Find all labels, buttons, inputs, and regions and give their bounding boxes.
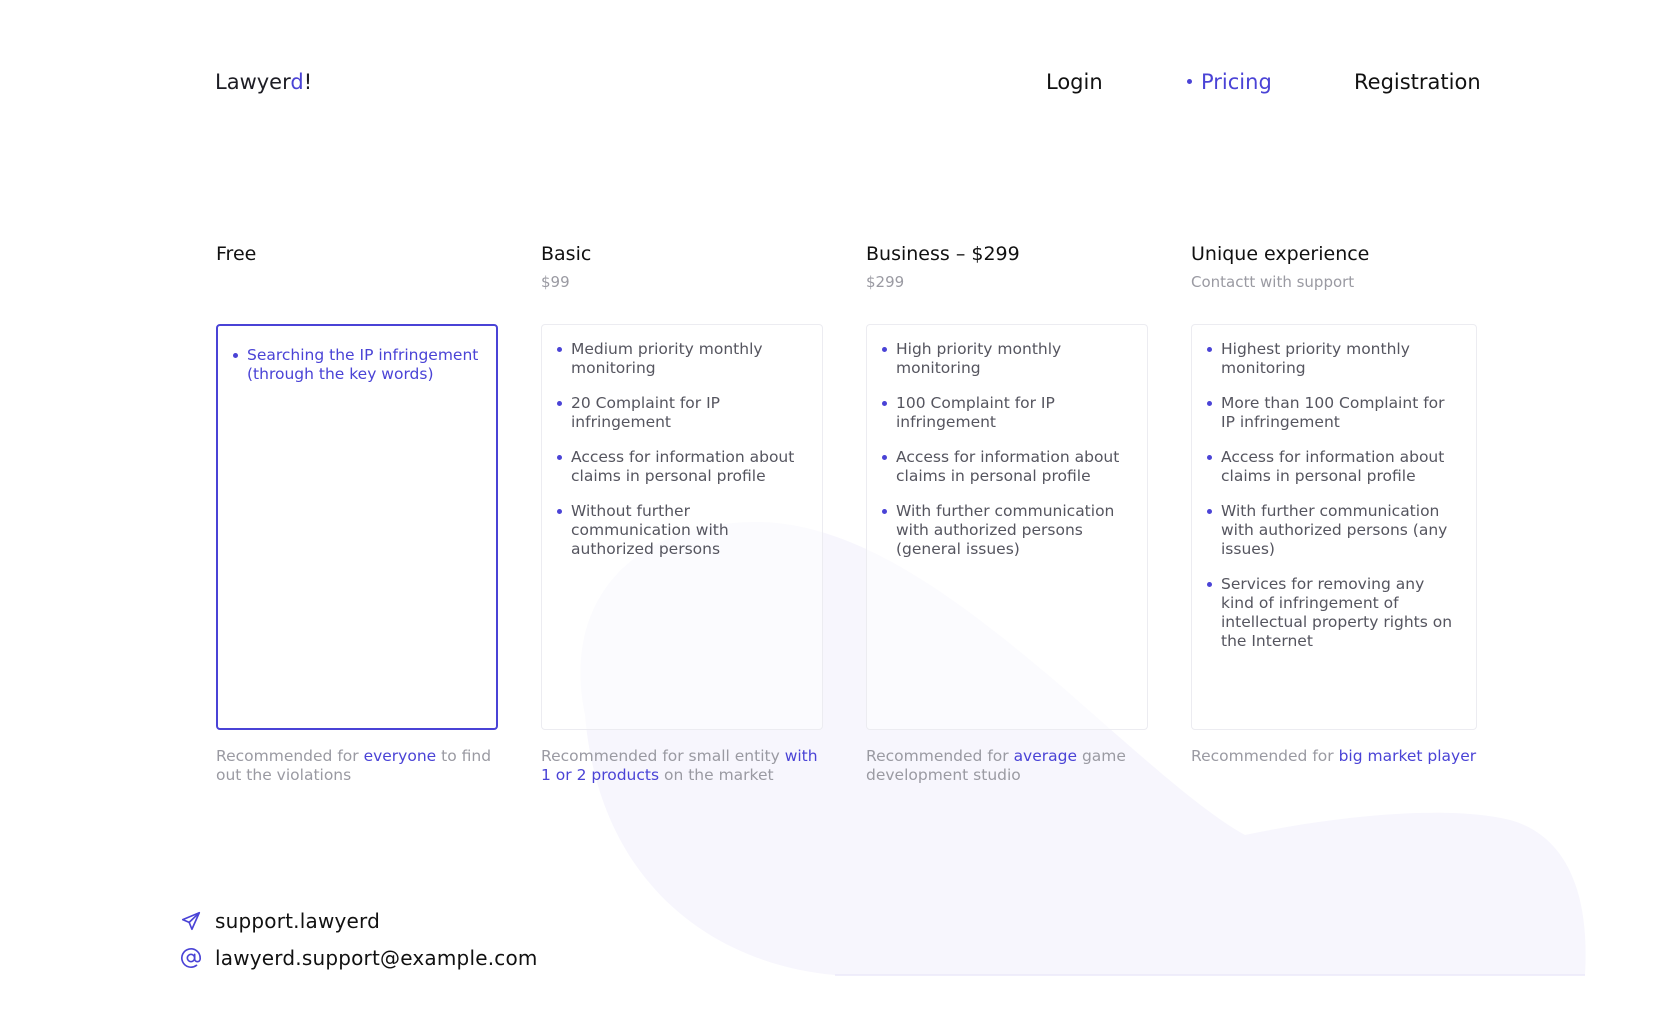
recommend-pre: Recommended for (866, 747, 1014, 765)
feature-item: 20 Complaint for IP infringement (556, 394, 808, 432)
plan-recommendation: Recommended for average game development… (866, 747, 1156, 785)
brand-name-accent: d (290, 70, 304, 94)
plan-basic: Basic $99 Medium priority monthly monito… (541, 243, 825, 784)
feature-item: High priority monthly monitoring (881, 340, 1133, 378)
recommend-pre: Recommended for (1191, 747, 1339, 765)
recommend-pre: Recommended for (216, 747, 364, 765)
recommend-post: on the market (659, 766, 774, 784)
feature-item: Access for information about claims in p… (1206, 448, 1462, 486)
contact-email[interactable]: lawyerd.support@example.com (180, 946, 538, 970)
plan-business: Business – $299 $299 High priority month… (866, 243, 1150, 784)
nav-pricing[interactable]: Pricing (1187, 70, 1272, 94)
at-sign-icon (181, 948, 201, 968)
telegram-handle: support.lawyerd (215, 909, 381, 933)
feature-item: With further communication with authoriz… (881, 502, 1133, 559)
plan-name: Business – $299 (866, 243, 1020, 265)
plan-name: Basic (541, 243, 592, 265)
contact-telegram[interactable]: support.lawyerd (180, 909, 380, 933)
feature-item: Medium priority monthly monitoring (556, 340, 808, 378)
brand-name-part1: Lawyer (215, 70, 291, 94)
plan-recommendation: Recommended for everyone to find out the… (216, 747, 506, 785)
plan-unique: Unique experience Contactt with support … (1191, 243, 1477, 765)
plan-price: Contactt with support (1191, 273, 1355, 291)
plan-card-free[interactable]: Searching the IP infringement (through t… (216, 324, 498, 730)
plan-name: Unique experience (1191, 243, 1370, 265)
feature-item: More than 100 Complaint for IP infringem… (1206, 394, 1462, 432)
plan-recommendation: Recommended for big market player (1191, 747, 1481, 766)
plan-free: Free Searching the IP infringement (thro… (216, 243, 500, 784)
nav-registration-label: Registration (1354, 70, 1481, 94)
plan-card-unique[interactable]: Highest priority monthly monitoring More… (1191, 324, 1477, 730)
plan-price: $299 (866, 273, 905, 291)
nav-login[interactable]: Login (1046, 70, 1103, 94)
feature-item: Searching the IP infringement (through t… (232, 346, 482, 384)
feature-item: Services for removing any kind of infrin… (1206, 575, 1462, 651)
support-email: lawyerd.support@example.com (215, 946, 538, 970)
brand-name-part2: ! (303, 70, 313, 94)
plan-name: Free (216, 243, 257, 265)
feature-item: Without further communication with autho… (556, 502, 808, 559)
pricing-page: Lawyerd! Login Pricing Registration Free… (0, 0, 1679, 1024)
recommend-highlight: average (1013, 747, 1078, 765)
nav-registration[interactable]: Registration (1354, 70, 1481, 94)
plan-recommendation: Recommended for small entity with 1 or 2… (541, 747, 831, 785)
paper-plane-icon (181, 911, 201, 931)
nav-pricing-label: Pricing (1201, 70, 1272, 94)
feature-item: Highest priority monthly monitoring (1206, 340, 1462, 378)
plan-price (216, 273, 500, 291)
plan-card-business[interactable]: High priority monthly monitoring 100 Com… (866, 324, 1148, 730)
active-indicator-dot (1187, 78, 1192, 84)
recommend-pre: Recommended for small entity (541, 747, 785, 765)
brand-logo[interactable]: Lawyerd! (215, 70, 312, 94)
recommend-highlight: everyone (363, 747, 437, 765)
feature-item: 100 Complaint for IP infringement (881, 394, 1133, 432)
recommend-highlight: big market player (1338, 747, 1477, 765)
plan-card-basic[interactable]: Medium priority monthly monitoring 20 Co… (541, 324, 823, 730)
plan-price: $99 (541, 273, 570, 291)
feature-item: Access for information about claims in p… (881, 448, 1133, 486)
nav-login-label: Login (1046, 70, 1103, 94)
feature-item: Access for information about claims in p… (556, 448, 808, 486)
feature-item: With further communication with authoriz… (1206, 502, 1462, 559)
